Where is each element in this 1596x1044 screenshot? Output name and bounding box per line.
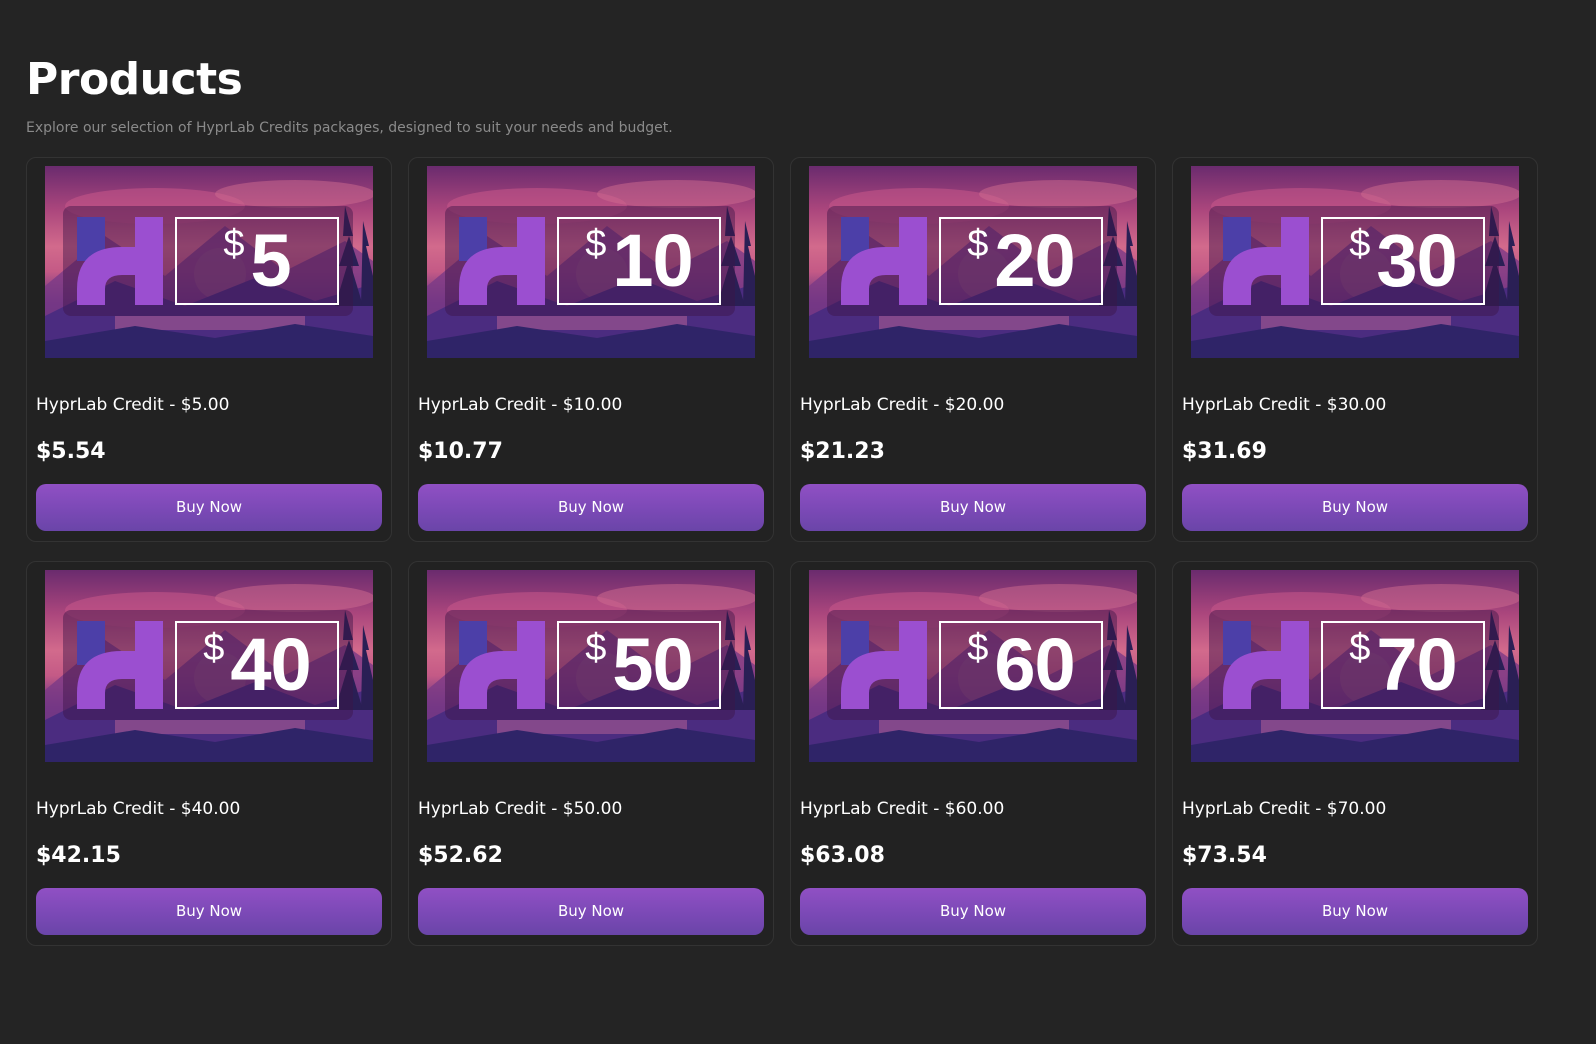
image-amount: 70 bbox=[1376, 623, 1457, 706]
hyprlab-logo-icon bbox=[1223, 621, 1309, 713]
product-card: $ 20 HyprLab Credit - $20.00 $21.23 Buy … bbox=[790, 157, 1156, 542]
buy-now-button[interactable]: Buy Now bbox=[418, 483, 764, 531]
product-image[interactable]: $ 10 bbox=[427, 166, 755, 358]
image-currency: $ bbox=[203, 627, 225, 669]
image-price-label: $ 10 bbox=[557, 217, 721, 305]
product-name[interactable]: HyprLab Credit - $40.00 bbox=[36, 798, 382, 820]
product-name[interactable]: HyprLab Credit - $30.00 bbox=[1182, 394, 1528, 416]
buy-now-button[interactable]: Buy Now bbox=[800, 483, 1146, 531]
product-image[interactable]: $ 5 bbox=[45, 166, 373, 358]
product-name[interactable]: HyprLab Credit - $70.00 bbox=[1182, 798, 1528, 820]
product-price: $21.23 bbox=[800, 438, 885, 464]
image-price-label: $ 50 bbox=[557, 621, 721, 709]
hyprlab-logo-icon bbox=[841, 621, 927, 713]
image-currency: $ bbox=[1349, 627, 1371, 669]
image-amount: 50 bbox=[612, 623, 693, 706]
product-card: $ 60 HyprLab Credit - $60.00 $63.08 Buy … bbox=[790, 561, 1156, 946]
image-price-label: $ 40 bbox=[175, 621, 339, 709]
product-card: $ 70 HyprLab Credit - $70.00 $73.54 Buy … bbox=[1172, 561, 1538, 946]
product-card: $ 40 HyprLab Credit - $40.00 $42.15 Buy … bbox=[26, 561, 392, 946]
product-price: $42.15 bbox=[36, 842, 121, 868]
image-amount: 20 bbox=[994, 219, 1075, 302]
hyprlab-logo-icon bbox=[459, 621, 545, 713]
image-amount: 40 bbox=[230, 623, 311, 706]
image-price-label: $ 30 bbox=[1321, 217, 1485, 305]
buy-now-button[interactable]: Buy Now bbox=[1182, 483, 1528, 531]
product-card: $ 50 HyprLab Credit - $50.00 $52.62 Buy … bbox=[408, 561, 774, 946]
product-price: $52.62 bbox=[418, 842, 503, 868]
image-price-label: $ 70 bbox=[1321, 621, 1485, 709]
image-currency: $ bbox=[967, 627, 989, 669]
product-price: $73.54 bbox=[1182, 842, 1267, 868]
product-name[interactable]: HyprLab Credit - $60.00 bbox=[800, 798, 1146, 820]
page-title: Products bbox=[26, 54, 243, 105]
product-price: $5.54 bbox=[36, 438, 106, 464]
product-image[interactable]: $ 40 bbox=[45, 570, 373, 762]
page-subtitle: Explore our selection of HyprLab Credits… bbox=[26, 120, 673, 136]
product-image[interactable]: $ 70 bbox=[1191, 570, 1519, 762]
buy-now-button[interactable]: Buy Now bbox=[418, 887, 764, 935]
product-price: $31.69 bbox=[1182, 438, 1267, 464]
image-price-label: $ 5 bbox=[175, 217, 339, 305]
image-currency: $ bbox=[585, 223, 607, 265]
product-card: $ 10 HyprLab Credit - $10.00 $10.77 Buy … bbox=[408, 157, 774, 542]
hyprlab-logo-icon bbox=[77, 217, 163, 309]
product-card: $ 5 HyprLab Credit - $5.00 $5.54 Buy Now bbox=[26, 157, 392, 542]
product-name[interactable]: HyprLab Credit - $10.00 bbox=[418, 394, 764, 416]
product-grid: $ 5 HyprLab Credit - $5.00 $5.54 Buy Now… bbox=[26, 157, 1570, 946]
image-currency: $ bbox=[967, 223, 989, 265]
product-image[interactable]: $ 60 bbox=[809, 570, 1137, 762]
image-amount: 30 bbox=[1376, 219, 1457, 302]
image-price-label: $ 60 bbox=[939, 621, 1103, 709]
buy-now-button[interactable]: Buy Now bbox=[800, 887, 1146, 935]
hyprlab-logo-icon bbox=[459, 217, 545, 309]
products-page: Products Explore our selection of HyprLa… bbox=[0, 0, 1596, 946]
hyprlab-logo-icon bbox=[841, 217, 927, 309]
buy-now-button[interactable]: Buy Now bbox=[36, 887, 382, 935]
product-name[interactable]: HyprLab Credit - $20.00 bbox=[800, 394, 1146, 416]
product-image[interactable]: $ 20 bbox=[809, 166, 1137, 358]
image-amount: 5 bbox=[250, 219, 291, 302]
product-price: $10.77 bbox=[418, 438, 503, 464]
product-name[interactable]: HyprLab Credit - $50.00 bbox=[418, 798, 764, 820]
buy-now-button[interactable]: Buy Now bbox=[36, 483, 382, 531]
image-amount: 10 bbox=[612, 219, 693, 302]
product-card: $ 30 HyprLab Credit - $30.00 $31.69 Buy … bbox=[1172, 157, 1538, 542]
product-image[interactable]: $ 50 bbox=[427, 570, 755, 762]
product-price: $63.08 bbox=[800, 842, 885, 868]
image-currency: $ bbox=[223, 223, 245, 265]
image-amount: 60 bbox=[994, 623, 1075, 706]
image-currency: $ bbox=[1349, 223, 1371, 265]
hyprlab-logo-icon bbox=[1223, 217, 1309, 309]
buy-now-button[interactable]: Buy Now bbox=[1182, 887, 1528, 935]
image-price-label: $ 20 bbox=[939, 217, 1103, 305]
image-currency: $ bbox=[585, 627, 607, 669]
hyprlab-logo-icon bbox=[77, 621, 163, 713]
product-name[interactable]: HyprLab Credit - $5.00 bbox=[36, 394, 382, 416]
product-image[interactable]: $ 30 bbox=[1191, 166, 1519, 358]
